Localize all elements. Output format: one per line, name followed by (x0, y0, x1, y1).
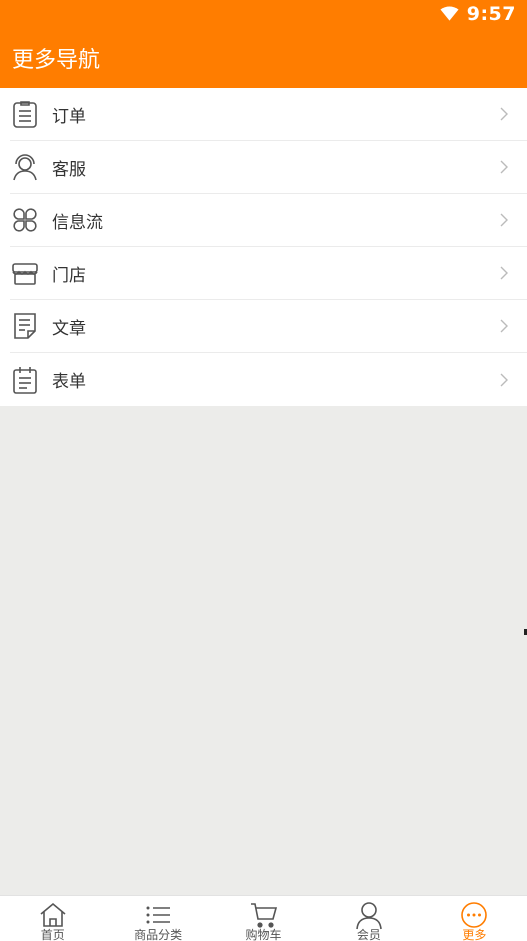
tab-more[interactable]: 更多 (422, 896, 527, 941)
tab-cart[interactable]: 购物车 (211, 896, 316, 941)
menu-item-article[interactable]: 文章 (10, 300, 527, 353)
chevron-right-icon (499, 372, 509, 388)
tab-label: 商品分类 (134, 928, 183, 941)
menu-list: 订单 客服 信息流 门店 文章 表单 (0, 88, 527, 406)
tab-label: 会员 (356, 928, 381, 941)
page-title: 更多导航 (12, 47, 101, 73)
tab-member[interactable]: 会员 (316, 896, 421, 941)
form-icon (10, 365, 40, 395)
home-icon (38, 900, 68, 930)
tab-category[interactable]: 商品分类 (105, 896, 210, 941)
user-icon (354, 900, 384, 930)
chevron-right-icon (499, 159, 509, 175)
more-dots-icon (459, 900, 489, 930)
category-list-icon (143, 900, 173, 930)
chevron-right-icon (499, 265, 509, 281)
storefront-icon (10, 258, 40, 288)
status-bar: 9:57 (0, 0, 527, 27)
tab-label: 购物车 (245, 928, 282, 941)
menu-item-feed[interactable]: 信息流 (10, 194, 527, 247)
four-petal-icon (10, 205, 40, 235)
menu-item-label: 文章 (52, 318, 86, 339)
chevron-right-icon (499, 212, 509, 228)
document-icon (10, 311, 40, 341)
tab-label: 首页 (40, 928, 65, 941)
tab-label: 更多 (462, 928, 487, 941)
chevron-right-icon (499, 106, 509, 122)
menu-item-order[interactable]: 订单 (10, 88, 527, 141)
app-bar: 更多导航 (0, 27, 527, 88)
menu-item-label: 信息流 (52, 212, 103, 233)
menu-item-label: 客服 (52, 159, 86, 180)
wifi-icon (440, 5, 459, 22)
chevron-right-icon (499, 318, 509, 334)
tab-home[interactable]: 首页 (0, 896, 105, 941)
menu-item-form[interactable]: 表单 (10, 353, 527, 406)
menu-item-label: 表单 (52, 372, 86, 392)
menu-item-store[interactable]: 门店 (10, 247, 527, 300)
status-time: 9:57 (466, 2, 516, 25)
bottom-tab-bar: 首页 商品分类 购物车 会员 更多 (0, 895, 527, 941)
menu-item-service[interactable]: 客服 (10, 141, 527, 194)
menu-item-label: 订单 (52, 106, 86, 127)
cart-icon (249, 900, 279, 930)
menu-item-label: 门店 (52, 265, 86, 286)
clipboard-list-icon (10, 99, 40, 129)
headset-user-icon (10, 152, 40, 182)
